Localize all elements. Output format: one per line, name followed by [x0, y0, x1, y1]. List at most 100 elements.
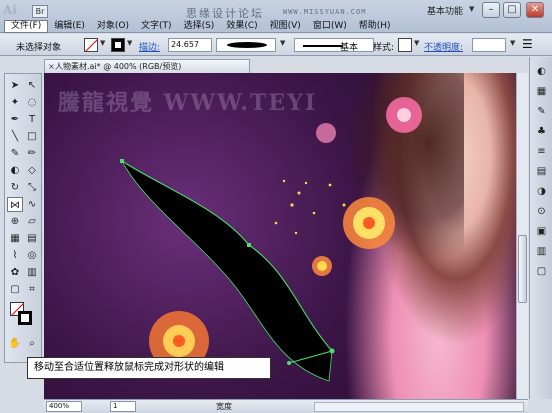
- warp-icon[interactable]: ∿: [24, 197, 40, 212]
- variable-width-profile[interactable]: [294, 38, 374, 52]
- layers-panel-icon[interactable]: ▥: [535, 245, 548, 258]
- brush-definition-picker[interactable]: [216, 38, 276, 52]
- status-tool-label[interactable]: 宽度: [216, 401, 232, 412]
- stroke-swatch[interactable]: [111, 38, 125, 52]
- brush-icon[interactable]: ✎: [7, 146, 23, 161]
- menu-edit[interactable]: 编辑(E): [48, 20, 91, 33]
- blob-brush-icon[interactable]: ◐: [7, 163, 23, 178]
- flower-small: [312, 256, 332, 276]
- control-bar: 未选择对象 ▼ ▼ 描边: 24.657 ▼ 基本 样式: ▼ 不透明度: ▼ …: [0, 34, 552, 56]
- opacity-link[interactable]: 不透明度:: [424, 40, 463, 53]
- status-bar: 400% 1 宽度: [44, 399, 528, 413]
- scale-icon[interactable]: ⤡: [24, 180, 40, 195]
- instruction-caption: 移动至合适位置释放鼠标完成对形状的编辑: [27, 357, 271, 379]
- tools-panel: ➤ ↖ ✦ ◌ ✒ T ╲ □ ✎ ✏ ◐ ◇ ↻ ⤡ ⋈ ∿ ⊕ ▱ ▦ ▤ …: [4, 73, 42, 363]
- graphic-styles-panel-icon[interactable]: ▣: [535, 225, 548, 238]
- chevron-down-icon[interactable]: ▼: [510, 39, 515, 47]
- mesh-icon[interactable]: ▦: [7, 231, 23, 246]
- artboard-canvas[interactable]: 騰龍視覺 WWW.TEYI: [44, 73, 516, 399]
- menu-object[interactable]: 对象(O): [91, 20, 135, 33]
- chevron-down-icon[interactable]: ▼: [100, 39, 105, 47]
- stroke-weight-link[interactable]: 描边:: [139, 40, 160, 53]
- width-point[interactable]: [329, 348, 335, 354]
- anchor-point[interactable]: [247, 243, 251, 247]
- artboards-panel-icon[interactable]: ▢: [535, 265, 548, 278]
- menu-window[interactable]: 窗口(W): [307, 20, 353, 33]
- line-icon[interactable]: ╲: [7, 129, 23, 144]
- transparency-panel-icon[interactable]: ◑: [535, 185, 548, 198]
- stroke-weight-field[interactable]: 24.657: [168, 38, 212, 52]
- blend-icon[interactable]: ◎: [24, 248, 40, 263]
- minimize-button[interactable]: –: [482, 2, 500, 18]
- profile-label: 基本: [340, 43, 359, 53]
- stroke-color-icon[interactable]: [18, 311, 32, 325]
- gradient-panel-icon[interactable]: ▤: [535, 165, 548, 178]
- stroke-panel-icon[interactable]: ≡: [535, 145, 548, 158]
- rectangle-icon[interactable]: □: [24, 129, 40, 144]
- fill-swatch[interactable]: [84, 38, 98, 52]
- eyedropper-icon[interactable]: ⌇: [7, 248, 23, 263]
- zoom-icon[interactable]: ⌕: [24, 336, 40, 351]
- perspective-icon[interactable]: ▱: [24, 214, 40, 229]
- width-tool-icon[interactable]: ⋈: [7, 197, 23, 212]
- forum-url: WWW.MISSYUAN.COM: [283, 8, 367, 16]
- color-panel-icon[interactable]: ◐: [535, 65, 548, 78]
- sparkles: [274, 179, 346, 235]
- close-icon[interactable]: ×: [48, 60, 55, 73]
- chevron-down-icon[interactable]: ▼: [127, 39, 132, 47]
- horizontal-scrollbar[interactable]: [314, 402, 524, 412]
- pen-icon[interactable]: ✒: [7, 112, 23, 127]
- vertical-scrollbar[interactable]: [516, 73, 528, 399]
- graph-icon[interactable]: ▥: [24, 265, 40, 280]
- swatches-panel-icon[interactable]: ▦: [535, 85, 548, 98]
- artboard-icon[interactable]: ▢: [7, 282, 23, 297]
- document-tab[interactable]: × 人物素材.ai* @ 400% (RGB/预览): [44, 59, 250, 73]
- close-button[interactable]: ✕: [526, 2, 544, 18]
- brushes-panel-icon[interactable]: ✎: [535, 105, 548, 118]
- selection-status: 未选择对象: [16, 43, 62, 53]
- forum-title: 思缘设计论坛: [186, 7, 264, 20]
- magic-wand-icon[interactable]: ✦: [7, 95, 23, 110]
- chevron-down-icon[interactable]: ▼: [414, 39, 419, 47]
- eraser-icon[interactable]: ◇: [24, 163, 40, 178]
- workspace-switcher[interactable]: 基本功能: [427, 4, 463, 17]
- panel-menu-icon[interactable]: ☰: [522, 37, 533, 51]
- style-label: 样式:: [373, 43, 395, 53]
- document-title: 人物素材.ai* @ 400% (RGB/预览): [55, 62, 182, 71]
- zoom-field[interactable]: 400%: [46, 401, 82, 412]
- flower-large: [343, 197, 395, 249]
- shape-builder-icon[interactable]: ⊕: [7, 214, 23, 229]
- selection-tool-icon[interactable]: ➤: [7, 78, 23, 93]
- menu-file[interactable]: 文件(F): [4, 20, 49, 33]
- menu-effect[interactable]: 效果(C): [220, 20, 263, 33]
- chevron-down-icon[interactable]: ▼: [469, 5, 474, 13]
- opacity-field[interactable]: [472, 38, 506, 52]
- artboard-number-field[interactable]: 1: [110, 401, 136, 412]
- appearance-panel-icon[interactable]: ⊙: [535, 205, 548, 218]
- scroll-thumb[interactable]: [518, 235, 527, 303]
- menu-select[interactable]: 选择(S): [178, 20, 221, 33]
- direct-select-icon[interactable]: ↖: [24, 78, 40, 93]
- slice-icon[interactable]: ⌗: [24, 282, 40, 297]
- width-handle[interactable]: [287, 361, 291, 365]
- rotate-icon[interactable]: ↻: [7, 180, 23, 195]
- type-icon[interactable]: T: [24, 112, 40, 127]
- graphic-style-swatch[interactable]: [398, 38, 412, 52]
- hand-icon[interactable]: ✋: [7, 336, 23, 351]
- lasso-icon[interactable]: ◌: [24, 95, 40, 110]
- pencil-icon[interactable]: ✏: [24, 146, 40, 161]
- menu-help[interactable]: 帮助(H): [353, 20, 397, 33]
- chevron-down-icon[interactable]: ▼: [280, 39, 285, 47]
- maximize-button[interactable]: □: [503, 2, 521, 18]
- menu-bar: 文件(F) 编辑(E) 对象(O) 文字(T) 选择(S) 效果(C) 视图(V…: [4, 20, 397, 33]
- menu-type[interactable]: 文字(T): [135, 20, 178, 33]
- menu-view[interactable]: 视图(V): [264, 20, 307, 33]
- bridge-button[interactable]: Br: [32, 5, 48, 18]
- gradient-icon[interactable]: ▤: [24, 231, 40, 246]
- panel-dock: ◐ ▦ ✎ ♣ ≡ ▤ ◑ ⊙ ▣ ▥ ▢: [529, 57, 552, 399]
- artwork-layer: [120, 97, 422, 382]
- anchor-point[interactable]: [120, 159, 124, 163]
- symbol-sprayer-icon[interactable]: ✿: [7, 265, 23, 280]
- title-bar: Ai Br 思缘设计论坛 WWW.MISSYUAN.COM 基本功能 ▼ – □…: [0, 0, 552, 33]
- symbols-panel-icon[interactable]: ♣: [535, 125, 548, 138]
